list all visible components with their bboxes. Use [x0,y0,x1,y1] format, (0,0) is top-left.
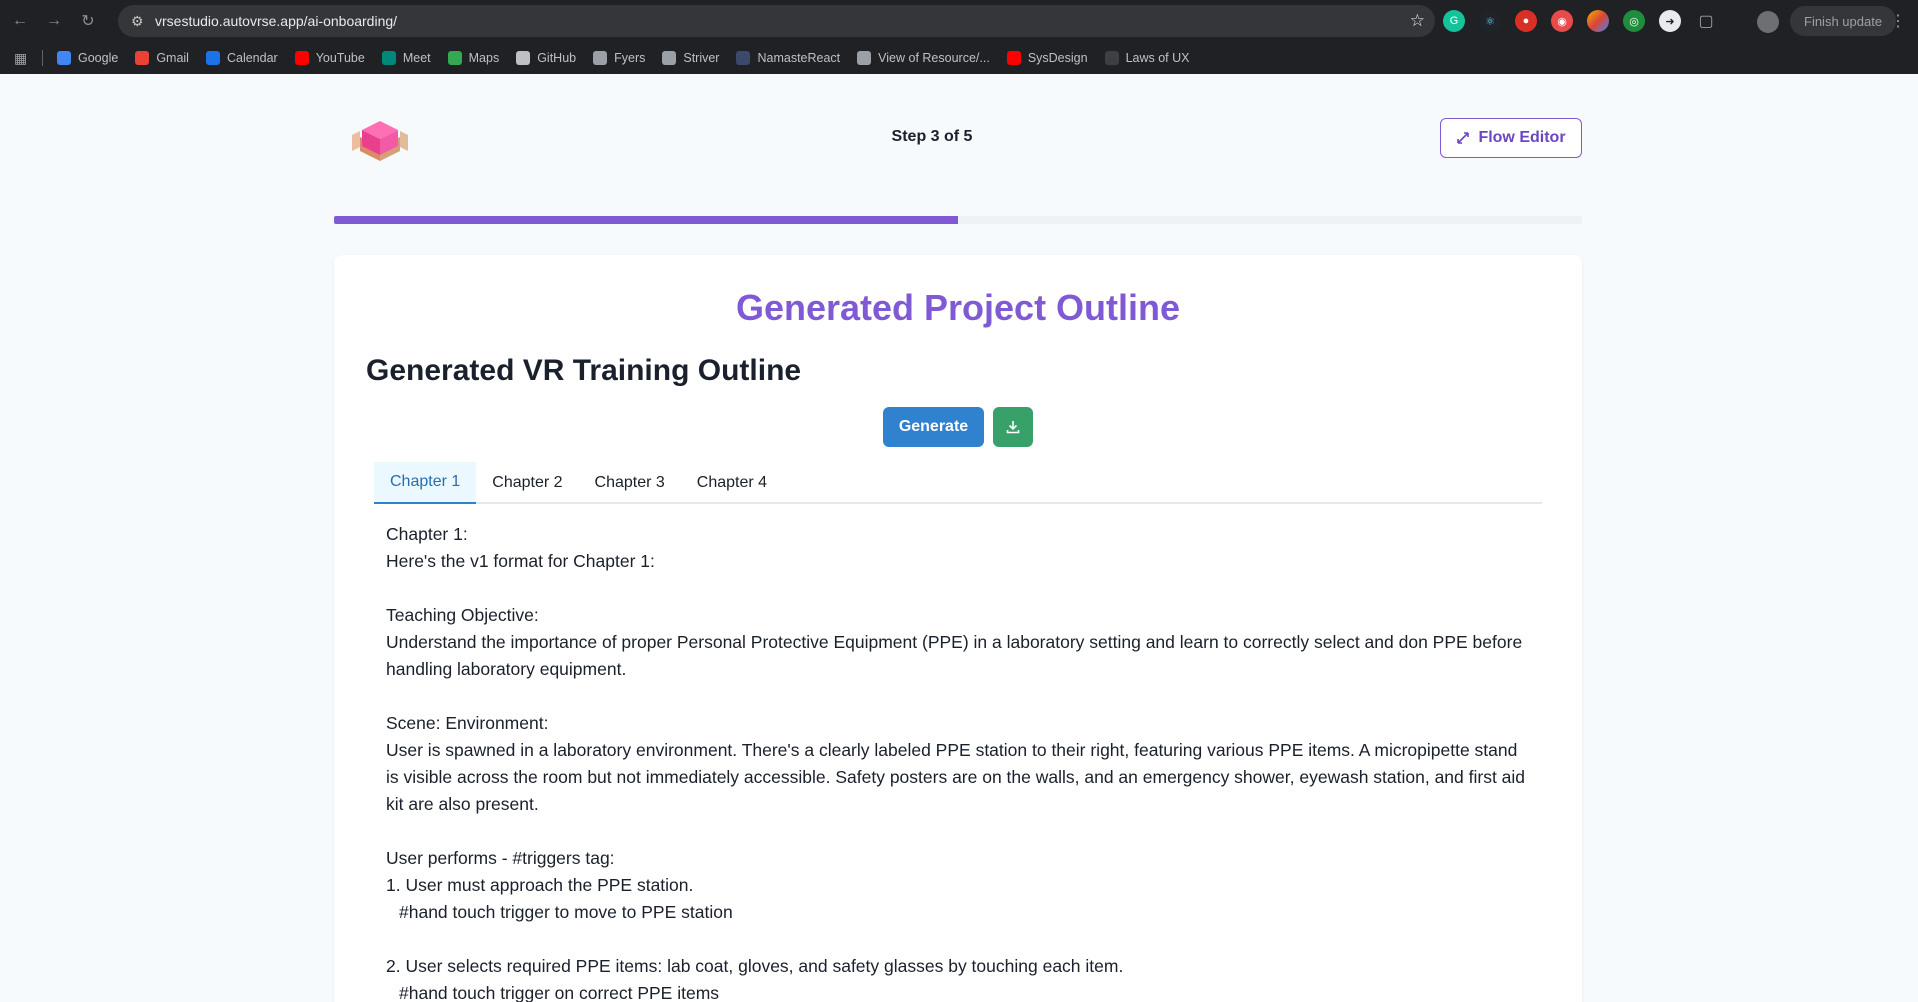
address-bar[interactable]: ⚙ vrsestudio.autovrse.app/ai-onboarding/… [118,5,1435,37]
bookmark-item[interactable]: Google [57,51,118,65]
reload-icon[interactable]: ↻ [74,7,102,35]
browser-toolbar: ← → ↻ ⚙ vrsestudio.autovrse.app/ai-onboa… [0,0,1918,42]
chapter-content: Chapter 1: Here's the v1 format for Chap… [386,521,1534,1002]
bookmark-item[interactable]: Meet [381,51,431,65]
bookmark-item[interactable]: Laws of UX [1104,51,1190,65]
step-1: 1. User must approach the PPE station. [386,875,694,895]
browser-menu-icon[interactable]: ⋮ [1890,11,1906,31]
bookmark-favicon-icon [294,51,309,65]
bookmark-label: View of Resource/... [878,51,990,65]
bookmark-item[interactable]: View of Resource/... [857,51,990,65]
flow-editor-label: Flow Editor [1478,129,1566,146]
extensions-area: G ⚛ ● ◉ ◎ ➜ ▢ [1443,0,1731,42]
react-devtools-icon[interactable]: ⚛ [1479,10,1501,32]
bookmark-favicon-icon [205,51,220,65]
bookmark-label: Maps [468,51,500,65]
bookmark-label: Laws of UX [1125,51,1190,65]
finish-update-button[interactable]: Finish update [1790,6,1897,36]
flow-editor-icon [1457,132,1470,144]
flow-editor-button[interactable]: Flow Editor [1440,118,1582,158]
apps-grid-icon[interactable]: ▦ [14,50,30,66]
progress-bar [334,216,1582,224]
bookmark-label: Meet [402,51,431,65]
colorzilla-icon[interactable] [1587,10,1609,32]
outline-card: Generated Project Outline Generated VR T… [334,255,1582,1002]
grammarly-extension-icon[interactable]: G [1443,10,1465,32]
bookmark-favicon-icon [447,51,462,65]
bookmark-star-icon[interactable]: ☆ [1410,11,1425,31]
objective-label: Teaching Objective: [386,605,539,625]
green-extension-icon[interactable]: ◎ [1623,10,1645,32]
bookmark-item[interactable]: Gmail [135,51,189,65]
bookmark-favicon-icon [1006,51,1021,65]
bookmark-label: GitHub [537,51,577,65]
bookmark-label: Gmail [156,51,189,65]
bookmark-label: YouTube [315,51,365,65]
scene-label: Scene: Environment: [386,713,549,733]
download-icon [1006,421,1020,434]
download-button[interactable] [993,407,1033,447]
bookmark-favicon-icon [135,51,150,65]
tab-chapter-3[interactable]: Chapter 3 [579,462,681,504]
bookmark-label: Striver [683,51,720,65]
outline-title: Generated VR Training Outline [366,354,802,387]
forward-icon[interactable]: → [40,7,68,35]
bookmark-item[interactable]: Maps [447,51,500,65]
bookmark-list: Google Gmail Calendar YouTube Meet Maps GitHub… [57,51,1206,65]
tab-chapter-4[interactable]: Chapter 4 [681,462,783,504]
bookmark-label: Google [78,51,119,65]
bookmark-favicon-icon [1104,51,1119,65]
bookmark-label: SysDesign [1027,51,1088,65]
chapter-intro: Here's the v1 format for Chapter 1: [386,551,655,571]
chapter-tabs: Chapter 1 Chapter 2 Chapter 3 Chapter 4 [374,462,1542,504]
bookmarks-bar: ▦ Google Gmail Calendar YouTube Meet Maps GitH… [0,42,1918,74]
tab-chapter-2[interactable]: Chapter 2 [476,462,578,504]
compass-extension-icon[interactable]: ➜ [1659,10,1681,32]
step-2: 2. User selects required PPE items: lab … [386,956,1124,976]
bookmark-favicon-icon [662,51,677,65]
profile-avatar[interactable] [1757,11,1779,33]
bookmark-item[interactable]: Fyers [593,51,645,65]
tab-chapter-1[interactable]: Chapter 1 [374,462,477,504]
camera-extension-icon[interactable]: ◉ [1551,10,1573,32]
bookmark-item[interactable]: Calendar [205,51,278,65]
bookmark-favicon-icon [57,51,71,65]
url-text[interactable]: vrsestudio.autovrse.app/ai-onboarding/ [155,13,397,29]
step-2-trigger: #hand touch trigger on correct PPE items [399,983,720,1002]
bookmark-favicon-icon [736,51,751,65]
scene-text: User is spawned in a laboratory environm… [386,740,1526,814]
bookmark-favicon-icon [381,51,396,65]
site-settings-icon[interactable]: ⚙ [131,13,149,30]
bookmark-item[interactable]: Striver [662,51,719,65]
objective-text: Understand the importance of proper Pers… [386,632,1523,679]
chapter-heading: Chapter 1: [386,524,468,544]
bookmark-favicon-icon [516,51,531,65]
app-logo [352,121,408,161]
generate-button[interactable]: Generate [883,407,984,447]
step-1-trigger: #hand touch trigger to move to PPE stati… [399,902,733,922]
bookmark-label: Calendar [226,51,278,65]
bookmark-favicon-icon [857,51,872,65]
bookmark-item[interactable]: GitHub [516,51,576,65]
triggers-label: User performs - #triggers tag: [386,848,615,868]
red-extension-icon[interactable]: ● [1515,10,1537,32]
bookmark-favicon-icon [593,51,608,65]
page-title: Generated Project Outline [735,287,1181,328]
progress-bar-fill [334,216,958,224]
bookmark-label: Fyers [614,51,646,65]
bookmark-item[interactable]: YouTube [294,51,365,65]
bookmark-item[interactable]: SysDesign [1006,51,1088,65]
bookmark-item[interactable]: NamasteReact [736,51,840,65]
app-page: Step 3 of 5 Flow Editor Generated Projec… [0,79,1918,1002]
back-icon[interactable]: ← [6,7,34,35]
bookmark-label: NamasteReact [757,51,841,65]
bookmarks-divider [42,50,43,66]
extensions-puzzle-icon[interactable]: ▢ [1695,10,1717,32]
step-indicator: Step 3 of 5 [891,128,973,145]
